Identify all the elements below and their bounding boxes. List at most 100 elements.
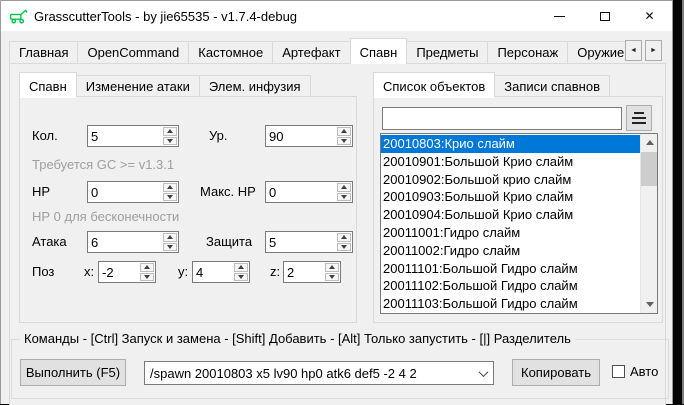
pos-x-label: x: (84, 264, 94, 279)
spin-up-button[interactable] (325, 263, 339, 272)
spin-up-button[interactable] (337, 233, 351, 242)
maximize-button[interactable] (582, 1, 627, 31)
spin-down-button[interactable] (337, 137, 351, 146)
atk-input[interactable] (88, 232, 163, 252)
commands-group: Команды - [Ctrl] Запуск и замена - [Shif… (11, 339, 669, 399)
copy-button[interactable]: Копировать (512, 359, 600, 386)
entity-listbox: 20010803:Крио слайм20010901:Большой Крио… (380, 133, 658, 314)
list-item[interactable]: 20011002:Гидро слайм (381, 242, 640, 260)
app-lawnmower-icon (9, 8, 28, 24)
spin-up-button[interactable] (163, 127, 177, 136)
scroll-down-button[interactable] (641, 296, 658, 313)
scrollbar-thumb[interactable] (641, 152, 658, 186)
level-input[interactable] (266, 126, 337, 146)
list-item[interactable]: 20010901:Большой Крио слайм (381, 153, 640, 171)
spin-up-button[interactable] (337, 183, 351, 192)
spin-down-button[interactable] (234, 273, 248, 282)
spin-down-button[interactable] (163, 243, 177, 252)
main-tab[interactable]: Спавн (350, 38, 408, 64)
max-hp-input[interactable] (266, 182, 337, 202)
command-text: /spawn 20010803 x5 lv90 hp0 atk6 def5 -2… (145, 366, 473, 381)
close-button[interactable]: ✕ (627, 1, 672, 31)
list-item[interactable]: 20010902:Большой крио слайм (381, 171, 640, 189)
pos-z-input[interactable] (284, 262, 325, 282)
entity-search-input[interactable] (383, 108, 621, 129)
pos-y-spinner (192, 261, 250, 283)
spawn-sub-tab[interactable]: Спавн (19, 72, 77, 98)
atk-label: Атака (32, 234, 67, 249)
spin-down-button[interactable] (163, 137, 177, 146)
filter-lines-icon (634, 112, 644, 114)
entity-search-box (382, 107, 622, 130)
spin-down-button[interactable] (337, 243, 351, 252)
command-combobox[interactable]: /spawn 20010803 x5 lv90 hp0 atk6 def5 -2… (144, 361, 494, 385)
spawn-sub-tab[interactable]: Изменение атаки (76, 75, 200, 97)
spin-down-button[interactable] (140, 273, 154, 282)
main-tab[interactable]: Артефакт (272, 41, 350, 64)
pos-x-input[interactable] (99, 262, 140, 282)
tab-scroll-buttons: ◄ ► (625, 40, 662, 61)
list-item[interactable]: 20011103:Большой Гидро слайм (381, 295, 640, 313)
main-tab[interactable]: Предметы (406, 41, 488, 64)
list-item[interactable]: 20010803:Крио слайм (381, 135, 640, 153)
minimize-icon (554, 16, 565, 17)
close-icon: ✕ (644, 10, 654, 22)
run-button[interactable]: Выполнить (F5) (20, 359, 126, 386)
level-label: Ур. (209, 128, 228, 143)
auto-checkbox-label: Авто (630, 364, 658, 379)
main-tab[interactable]: Кастомное (188, 41, 273, 64)
spin-up-button[interactable] (337, 127, 351, 136)
main-tab[interactable]: Главная (9, 41, 78, 64)
spin-down-button[interactable] (325, 273, 339, 282)
tab-scroll-left-button[interactable]: ◄ (625, 40, 642, 61)
def-input[interactable] (266, 232, 337, 252)
main-tab[interactable]: Персонаж (487, 41, 568, 64)
hp-infinity-hint: НР 0 для бесконечности (32, 209, 179, 224)
tab-scroll-right-button[interactable]: ► (645, 40, 662, 61)
entity-list-panel: 20010803:Крио слайм20010901:Большой Крио… (373, 96, 663, 323)
spin-up-button[interactable] (163, 233, 177, 242)
filter-button[interactable] (626, 105, 652, 131)
commands-group-title: Команды - [Ctrl] Запуск и замена - [Shif… (20, 331, 575, 346)
main-tab[interactable]: OpenCommand (77, 41, 189, 64)
max-hp-spinner (265, 181, 353, 203)
spin-up-button[interactable] (140, 263, 154, 272)
spin-up-button[interactable] (163, 183, 177, 192)
window-title: GrasscutterTools - by jie65535 - v1.7.4-… (34, 9, 297, 24)
list-item[interactable]: 20011101:Большой Гидро слайм (381, 260, 640, 278)
auto-checkbox-group: Авто (612, 364, 658, 379)
minimize-button[interactable] (537, 1, 582, 31)
spin-down-button[interactable] (163, 193, 177, 202)
auto-checkbox[interactable] (612, 365, 625, 378)
scroll-up-button[interactable] (641, 134, 658, 151)
list-scrollbar[interactable] (640, 134, 657, 313)
hp-label: HP (32, 184, 50, 199)
list-item[interactable]: 20010904:Большой Крио слайм (381, 206, 640, 224)
list-item[interactable]: 20011102:Большой Гидро слайм (381, 277, 640, 295)
count-label: Кол. (32, 128, 58, 143)
spawn-sub-tab[interactable]: Элем. инфузия (199, 75, 311, 97)
pos-z-label: z: (270, 264, 280, 279)
list-item[interactable]: 20011001:Гидро слайм (381, 224, 640, 242)
list-item[interactable]: 20010903:Большой Крио слайм (381, 188, 640, 206)
atk-spinner (87, 231, 179, 253)
main-tab[interactable]: Оружие (567, 41, 629, 64)
spawn-sub-tab-bar: СпавнИзменение атакиЭлем. инфузия (19, 71, 310, 97)
spin-down-button[interactable] (337, 193, 351, 202)
level-spinner (265, 125, 353, 147)
entity-list: 20010803:Крио слайм20010901:Большой Крио… (381, 135, 640, 313)
spin-up-button[interactable] (234, 263, 248, 272)
app-window: GrasscutterTools - by jie65535 - v1.7.4-… (0, 0, 673, 404)
spawn-form-panel: Кол. Ур. Требуется GC >= v1.3.1 HP Макс.… (19, 96, 357, 323)
pos-x-spinner (98, 261, 156, 283)
count-input[interactable] (88, 126, 163, 146)
def-label: Защита (206, 234, 252, 249)
pos-y-label: y: (178, 264, 188, 279)
chevron-down-icon[interactable] (473, 370, 493, 377)
entity-sub-tab[interactable]: Записи спавнов (494, 75, 610, 97)
gc-version-hint: Требуется GC >= v1.3.1 (32, 157, 174, 172)
pos-y-input[interactable] (193, 262, 234, 282)
title-bar: GrasscutterTools - by jie65535 - v1.7.4-… (1, 1, 672, 31)
hp-input[interactable] (88, 182, 163, 202)
entity-sub-tab[interactable]: Список объектов (373, 72, 495, 98)
